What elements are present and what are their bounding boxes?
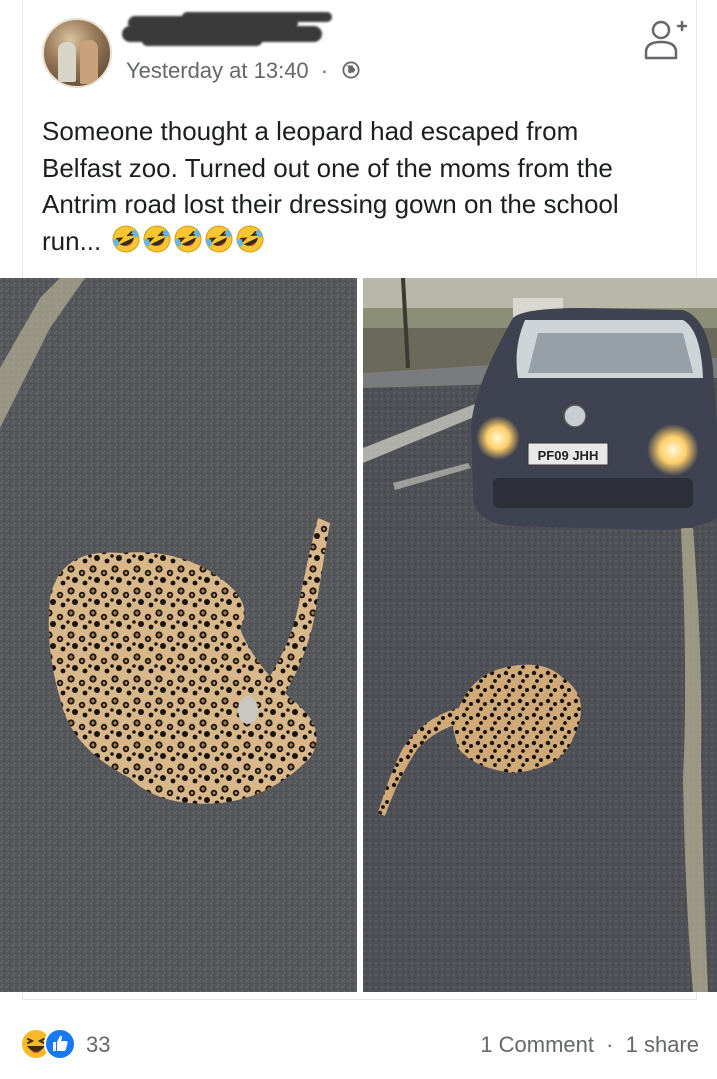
comments-count-link[interactable]: 1 Comment — [480, 1032, 594, 1057]
rolling-laughing-emoji-icon — [174, 225, 202, 252]
footer-dot: · — [606, 1032, 614, 1057]
avatar-person-right — [80, 40, 98, 84]
author-name-redacted[interactable] — [122, 12, 334, 46]
post-timestamp[interactable]: Yesterday at 13:40 · — [126, 58, 328, 84]
post-text: Someone thought a leopard had escaped fr… — [42, 113, 692, 263]
like-reaction-icon — [44, 1028, 76, 1060]
post-text-line: Belfast zoo. Turned out one of the moms … — [42, 152, 613, 183]
rolling-laughing-emoji-icon — [205, 225, 233, 252]
timestamp-text[interactable]: Yesterday at 13:40 — [126, 58, 309, 83]
shares-count-link[interactable]: 1 share — [626, 1032, 699, 1057]
post-text-line: Antrim road lost their dressing gown on … — [42, 189, 619, 219]
author-avatar[interactable] — [42, 18, 112, 88]
post-header: Yesterday at 13:40 · — [0, 0, 717, 110]
post-text-line-last: run... — [42, 223, 692, 264]
rolling-laughing-emoji-icon — [236, 225, 264, 252]
timestamp-separator: · — [320, 58, 329, 83]
photo-grid: PF09 JHH — [0, 278, 717, 992]
post-footer: 33 1 Comment · 1 share — [0, 1010, 717, 1079]
photo-left[interactable] — [0, 278, 357, 992]
rolling-laughing-emoji-icon — [112, 225, 140, 252]
leopard-gown-car-image: PF09 JHH — [363, 278, 717, 992]
comments-shares: 1 Comment · 1 share — [480, 1032, 699, 1058]
leopard-gown-closeup-image — [0, 278, 357, 992]
license-plate-text: PF09 JHH — [538, 448, 599, 463]
reaction-count: 33 — [86, 1032, 111, 1057]
photo-right[interactable]: PF09 JHH — [363, 278, 717, 992]
post-text-run: run... — [42, 225, 102, 256]
avatar-person-left — [58, 42, 76, 82]
globe-icon — [342, 61, 360, 79]
laughing-emoji-row — [111, 224, 266, 264]
add-friend-icon[interactable] — [640, 16, 688, 60]
rolling-laughing-emoji-icon — [143, 225, 171, 252]
post-text-line: Someone thought a leopard had escaped fr… — [42, 116, 579, 146]
